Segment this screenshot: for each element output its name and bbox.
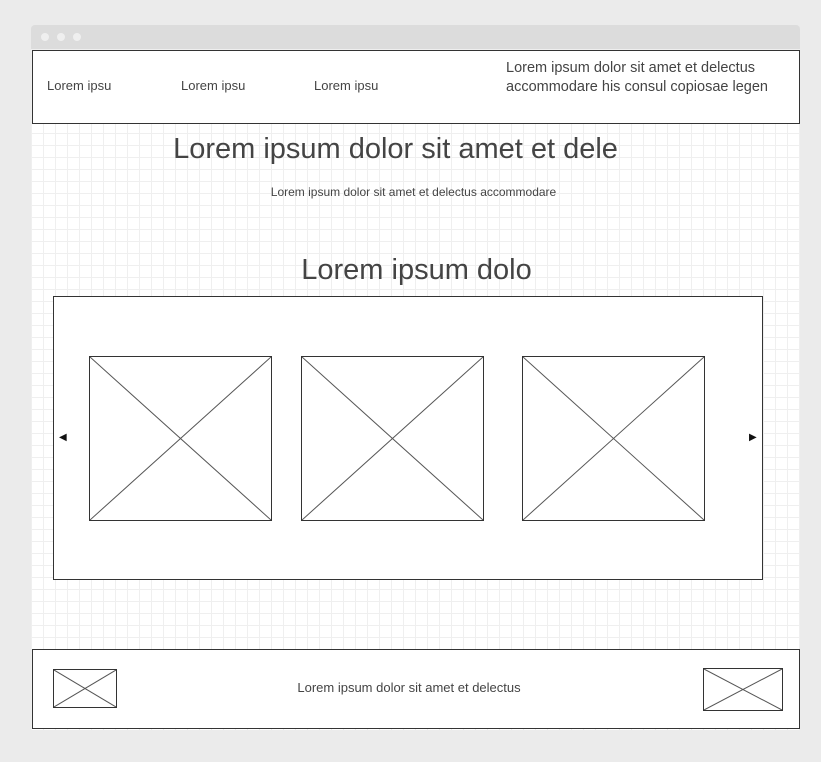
hero-subtitle: Lorem ipsum dolor sit amet et delectus a… (270, 185, 557, 199)
title-bar (31, 25, 800, 49)
carousel-image-3-placeholder-icon[interactable] (522, 356, 705, 521)
footer-logo-right-placeholder-icon[interactable] (703, 668, 783, 711)
page-footer: Lorem ipsum dolor sit amet et delectus (32, 649, 800, 729)
header-description: Lorem ipsum dolor sit amet et delectus a… (506, 60, 768, 95)
window-maximize-dot-icon[interactable] (73, 33, 81, 41)
carousel-prev-icon[interactable]: ◀ (59, 433, 67, 443)
hero-title: Lorem ipsum dolor sit amet et dele (173, 133, 618, 165)
gallery-title: Lorem ipsum dolo (301, 254, 532, 286)
nav-link-2[interactable]: Lorem ipsu (181, 78, 245, 93)
nav-link-3[interactable]: Lorem ipsu (314, 78, 378, 93)
window-minimize-dot-icon[interactable] (57, 33, 65, 41)
image-carousel: ◀ ▶ (53, 296, 763, 580)
window-close-dot-icon[interactable] (41, 33, 49, 41)
footer-text: Lorem ipsum dolor sit amet et delectus (297, 680, 521, 695)
nav-link-1[interactable]: Lorem ipsu (47, 78, 111, 93)
page-header: Lorem ipsu Lorem ipsu Lorem ipsu Lorem i… (32, 50, 800, 124)
carousel-image-1-placeholder-icon[interactable] (89, 356, 272, 521)
carousel-image-2-placeholder-icon[interactable] (301, 356, 484, 521)
carousel-next-icon[interactable]: ▶ (749, 433, 757, 443)
browser-window: Lorem ipsu Lorem ipsu Lorem ipsu Lorem i… (31, 25, 800, 730)
